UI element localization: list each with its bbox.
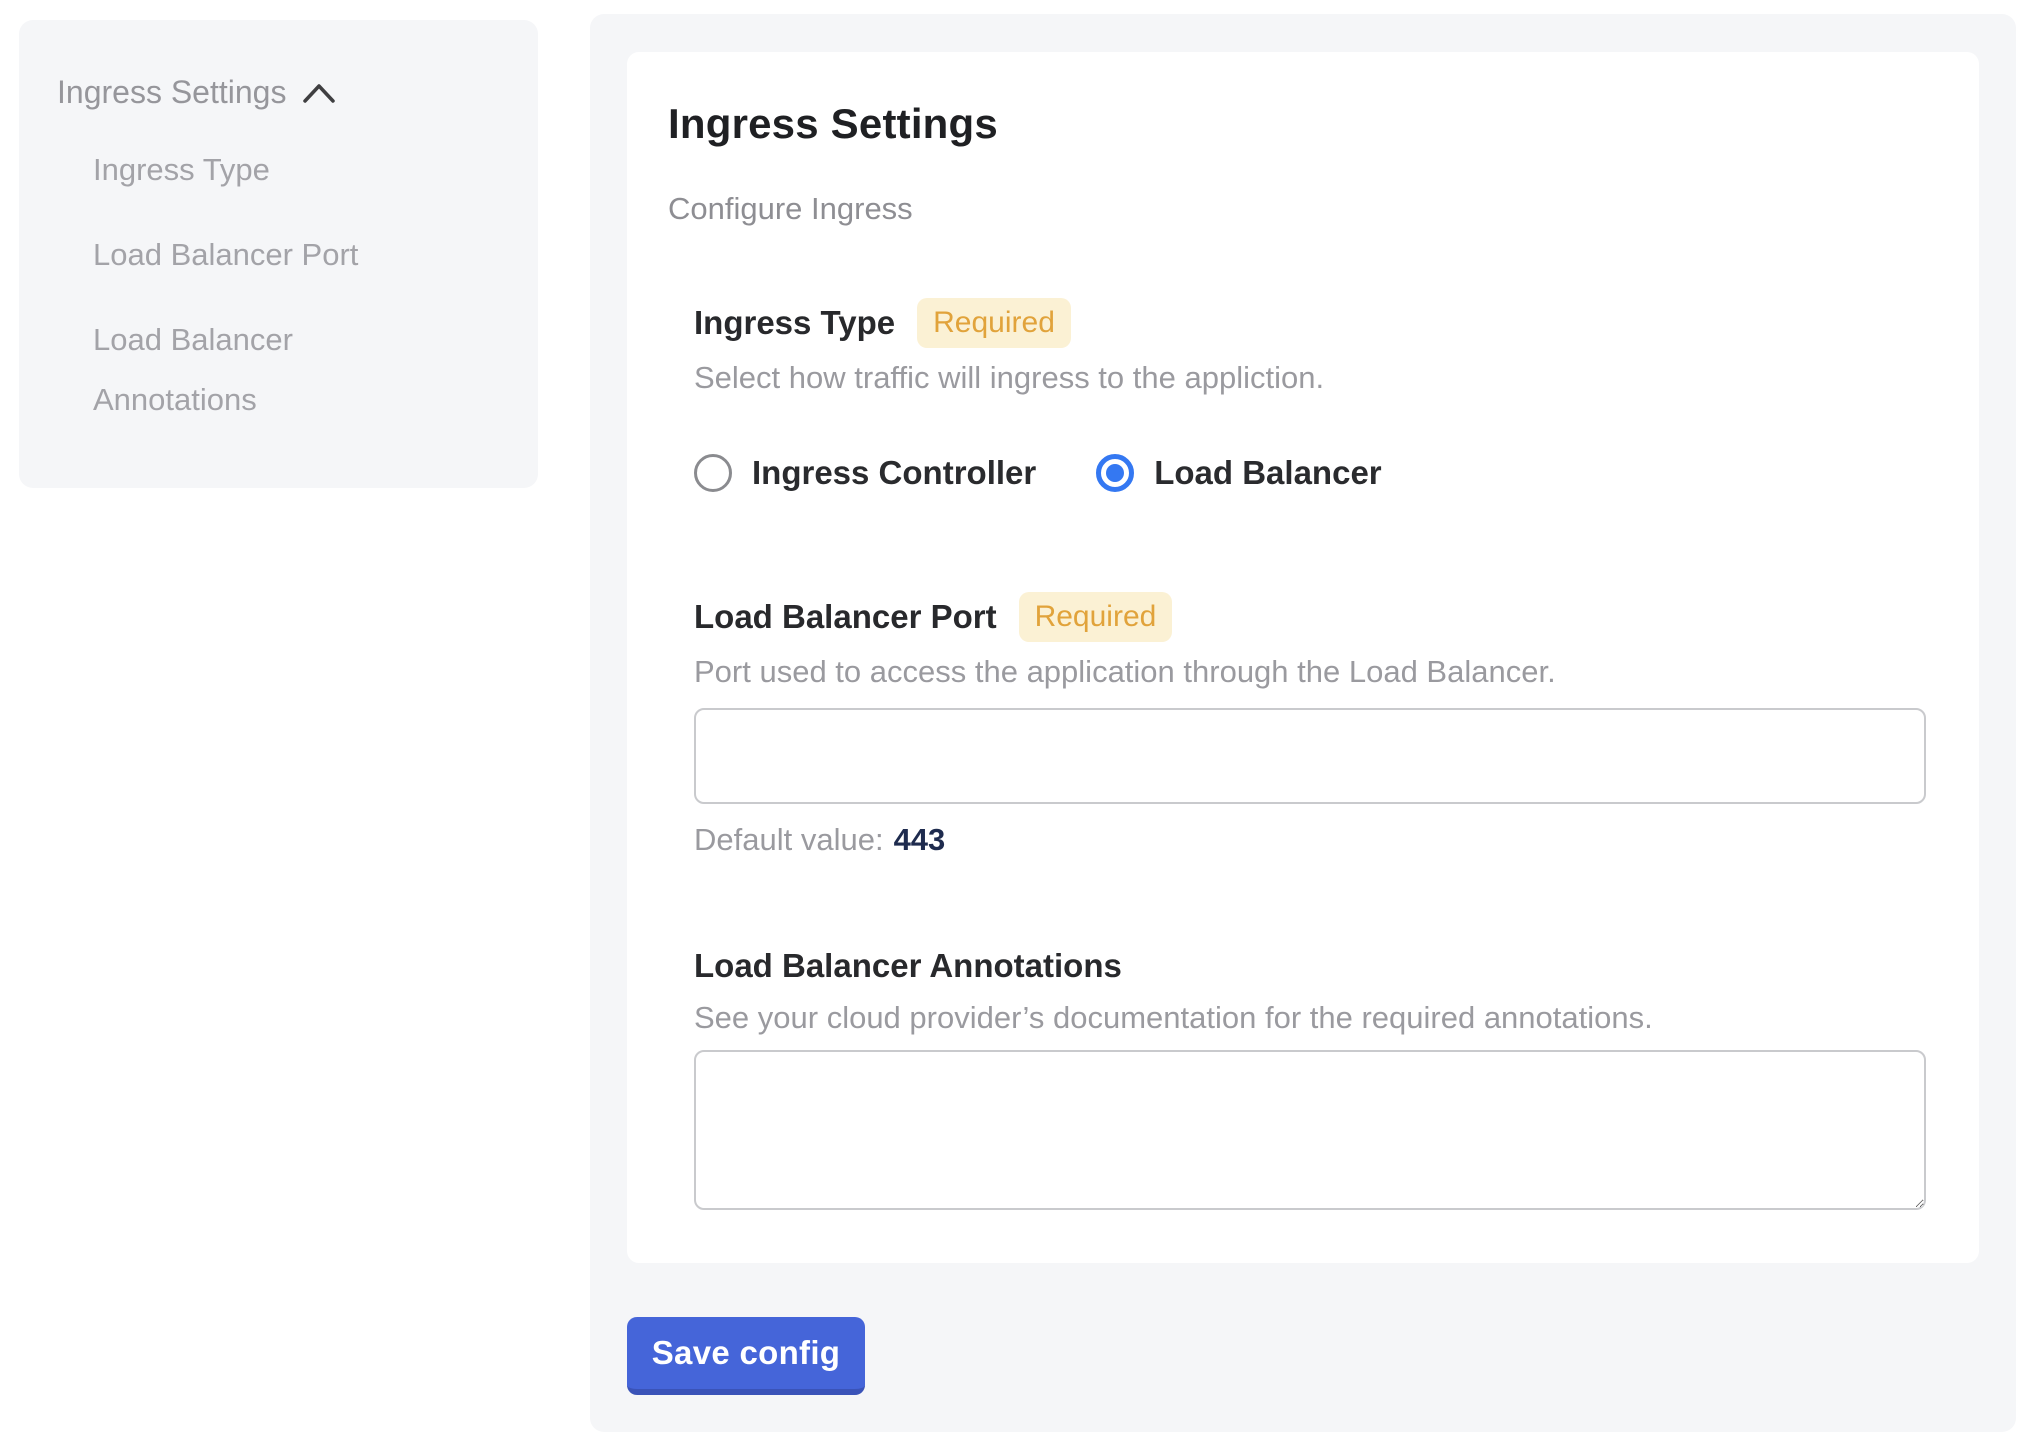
load-balancer-annotations-textarea[interactable] bbox=[694, 1050, 1926, 1210]
radio-option-load-balancer[interactable]: Load Balancer bbox=[1096, 454, 1381, 492]
ingress-type-label-row: Ingress Type Required bbox=[694, 298, 1931, 348]
sidebar-items: Ingress Type Load Balancer Port Load Bal… bbox=[93, 140, 508, 430]
ingress-type-description: Select how traffic will ingress to the a… bbox=[694, 358, 1931, 398]
ingress-type-radio-group: Ingress Controller Load Balancer bbox=[694, 454, 1931, 492]
radio-label-load-balancer: Load Balancer bbox=[1154, 454, 1381, 492]
load-balancer-port-input[interactable] bbox=[694, 708, 1926, 804]
radio-unselected-icon bbox=[694, 454, 732, 492]
save-config-button[interactable]: Save config bbox=[627, 1317, 865, 1395]
page-title: Ingress Settings bbox=[668, 98, 1931, 150]
load-balancer-annotations-label-row: Load Balancer Annotations bbox=[694, 944, 1931, 988]
load-balancer-port-label-row: Load Balancer Port Required bbox=[694, 592, 1931, 642]
ingress-settings-card: Ingress Settings Configure Ingress Ingre… bbox=[627, 52, 1979, 1263]
chevron-up-icon bbox=[302, 82, 336, 104]
sidebar-item-load-balancer-port[interactable]: Load Balancer Port bbox=[93, 225, 413, 285]
sidebar-section-toggle[interactable]: Ingress Settings bbox=[57, 72, 508, 112]
load-balancer-annotations-label: Load Balancer Annotations bbox=[694, 944, 1122, 988]
ingress-type-required-badge: Required bbox=[917, 298, 1071, 348]
load-balancer-port-label: Load Balancer Port bbox=[694, 595, 997, 639]
radio-label-ingress-controller: Ingress Controller bbox=[752, 454, 1036, 492]
sidebar-item-ingress-type[interactable]: Ingress Type bbox=[93, 140, 413, 200]
settings-nav-sidebar: Ingress Settings Ingress Type Load Balan… bbox=[19, 20, 538, 488]
settings-panel: Ingress Settings Configure Ingress Ingre… bbox=[590, 14, 2016, 1432]
default-value-label: Default value: bbox=[694, 822, 884, 857]
sidebar-section-label: Ingress Settings bbox=[57, 72, 286, 112]
default-value: 443 bbox=[894, 822, 946, 857]
page: Ingress Settings Ingress Type Load Balan… bbox=[0, 0, 2036, 1452]
load-balancer-port-description: Port used to access the application thro… bbox=[694, 652, 1931, 692]
ingress-type-label: Ingress Type bbox=[694, 301, 895, 345]
radio-selected-icon bbox=[1096, 454, 1134, 492]
field-load-balancer-port: Load Balancer Port Required Port used to… bbox=[694, 592, 1931, 860]
field-ingress-type: Ingress Type Required Select how traffic… bbox=[694, 298, 1931, 492]
load-balancer-port-helper: Default value: 443 bbox=[694, 820, 1931, 860]
radio-option-ingress-controller[interactable]: Ingress Controller bbox=[694, 454, 1036, 492]
load-balancer-port-required-badge: Required bbox=[1019, 592, 1173, 642]
load-balancer-annotations-description: See your cloud provider’s documentation … bbox=[694, 998, 1931, 1038]
sidebar-item-load-balancer-annotations[interactable]: Load Balancer Annotations bbox=[93, 310, 413, 430]
field-load-balancer-annotations: Load Balancer Annotations See your cloud… bbox=[694, 944, 1931, 1210]
page-subtitle: Configure Ingress bbox=[668, 190, 1931, 228]
